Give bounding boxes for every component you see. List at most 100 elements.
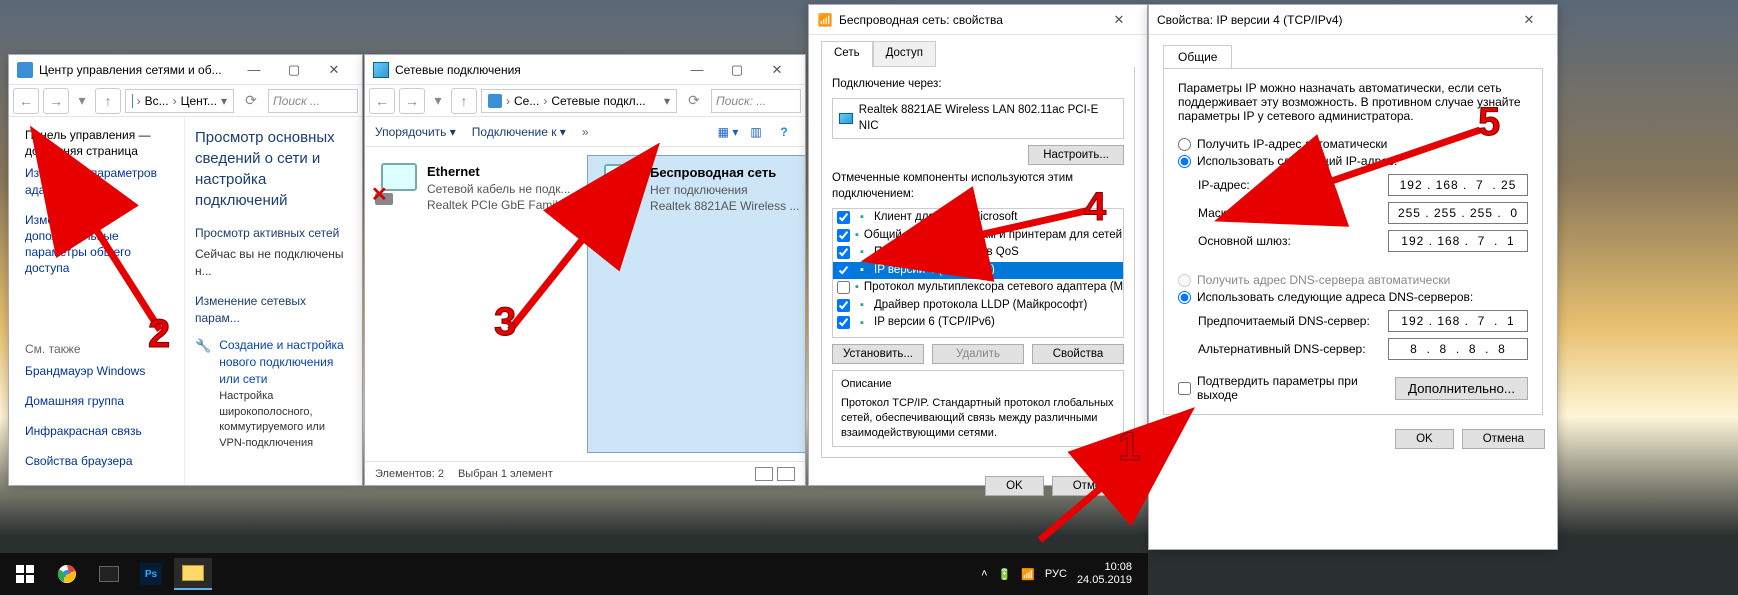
change-adapter-link[interactable]: Изменение параметров адаптера xyxy=(25,165,176,197)
lang-indicator[interactable]: РУС xyxy=(1045,568,1067,580)
view-tiles-icon[interactable] xyxy=(755,467,773,481)
system-tray[interactable]: ˄ 🔋 📶 РУС 10:08 24.05.2019 xyxy=(981,561,1142,587)
tab-access[interactable]: Доступ xyxy=(873,41,936,67)
advanced-button[interactable]: Дополнительно... xyxy=(1395,377,1528,400)
crumb-1[interactable]: Се... xyxy=(514,94,539,108)
refresh-button[interactable]: ⟳ xyxy=(681,88,707,114)
configure-button[interactable]: Настроить... xyxy=(1028,145,1124,165)
infrared-link[interactable]: Инфракрасная связь xyxy=(25,423,176,439)
close-button[interactable]: ✕ xyxy=(757,56,797,84)
components-list[interactable]: ▪Клиент для сетей Microsoft▪Общий доступ… xyxy=(832,208,1124,338)
component-item[interactable]: ▪Общий доступ к файлам и принтерам для с… xyxy=(833,227,1123,245)
minimize-button[interactable]: — xyxy=(234,56,274,84)
component-item[interactable]: ▪IP версии 6 (TCP/IPv6) xyxy=(833,314,1123,332)
ok-button[interactable]: OK xyxy=(985,476,1044,496)
dns2-input[interactable] xyxy=(1388,338,1528,360)
component-checkbox[interactable] xyxy=(837,229,850,242)
recent-button[interactable]: ▾ xyxy=(73,88,91,114)
help-button[interactable]: ? xyxy=(773,121,795,143)
tray-up-icon[interactable]: ˄ xyxy=(981,568,987,580)
taskbar[interactable]: Ps ˄ 🔋 📶 РУС 10:08 24.05.2019 xyxy=(0,553,1148,595)
chrome-icon[interactable] xyxy=(48,558,86,590)
titlebar[interactable]: Сетевые подключения — ▢ ✕ xyxy=(365,55,805,85)
back-button[interactable]: ← xyxy=(13,88,39,114)
forward-button[interactable]: → xyxy=(43,88,69,114)
close-button[interactable]: ✕ xyxy=(1509,6,1549,34)
component-checkbox[interactable] xyxy=(837,299,850,312)
component-item[interactable]: ▪Планировщик пакетов QoS xyxy=(833,244,1123,262)
up-button[interactable]: ↑ xyxy=(451,88,477,114)
install-button[interactable]: Установить... xyxy=(832,344,924,364)
search-input[interactable]: Поиск ... xyxy=(268,89,358,113)
ip-auto-radio[interactable]: Получить IP-адрес автоматически xyxy=(1178,137,1528,151)
control-panel-icon xyxy=(17,62,33,78)
recent-button[interactable]: ▾ xyxy=(429,88,447,114)
refresh-button[interactable]: ⟳ xyxy=(238,88,264,114)
explorer-icon[interactable] xyxy=(174,558,212,590)
forward-button[interactable]: → xyxy=(399,88,425,114)
properties-button[interactable]: Свойства xyxy=(1032,344,1124,364)
cpanel-home-link[interactable]: Панель управления — домашняя страница xyxy=(25,127,176,159)
connect-to-menu[interactable]: Подключение к ▾ xyxy=(472,125,566,139)
component-checkbox[interactable] xyxy=(837,246,850,259)
ok-button[interactable]: OK xyxy=(1395,429,1454,449)
component-item[interactable]: ▪Протокол мультиплексора сетевого адапте… xyxy=(833,279,1123,297)
crumb-2[interactable]: Сетевые подкл... xyxy=(551,94,645,108)
firewall-link[interactable]: Брандмауэр Windows xyxy=(25,363,176,379)
wifi-icon: 📶 xyxy=(817,12,833,28)
mask-input[interactable] xyxy=(1388,202,1528,224)
pane-button[interactable]: ▥ xyxy=(745,121,767,143)
ip-input[interactable] xyxy=(1388,174,1528,196)
minimize-button[interactable]: — xyxy=(677,56,717,84)
component-checkbox[interactable] xyxy=(837,211,850,224)
cancel-button[interactable]: Отмена xyxy=(1462,429,1545,449)
crumb-1[interactable]: Вс... xyxy=(145,94,169,108)
component-item[interactable]: ▪Драйвер протокола LLDP (Майкрософт) xyxy=(833,297,1123,315)
organize-menu[interactable]: Упорядочить ▾ xyxy=(375,125,456,139)
status-bar: Элементов: 2 Выбран 1 элемент xyxy=(365,461,805,485)
close-button[interactable]: ✕ xyxy=(1099,6,1139,34)
component-item[interactable]: ▪Клиент для сетей Microsoft xyxy=(833,209,1123,227)
titlebar[interactable]: Центр управления сетями и об... — ▢ ✕ xyxy=(9,55,362,85)
titlebar[interactable]: Свойства: IP версии 4 (TCP/IPv4) ✕ xyxy=(1149,5,1557,35)
up-button[interactable]: ↑ xyxy=(95,88,121,114)
new-connection-link[interactable]: Создание и настройка нового подключения … xyxy=(219,338,344,386)
wifi-icon: ✕ xyxy=(598,164,642,208)
titlebar[interactable]: 📶 Беспроводная сеть: свойства ✕ xyxy=(809,5,1147,35)
close-button[interactable]: ✕ xyxy=(314,56,354,84)
terminal-icon[interactable] xyxy=(90,558,128,590)
ethernet-item[interactable]: ✕ Ethernet Сетевой кабель не подк... Rea… xyxy=(365,155,587,453)
dns-manual-radio[interactable]: Использовать следующие адреса DNS-сервер… xyxy=(1178,290,1528,304)
ip-manual-radio[interactable]: Использовать следующий IP-адрес: xyxy=(1178,154,1528,168)
validate-checkbox[interactable]: Подтвердить параметры при выходе xyxy=(1178,374,1379,402)
browser-props-link[interactable]: Свойства браузера xyxy=(25,453,176,469)
view-button[interactable]: ▦ ▾ xyxy=(717,121,739,143)
wifi-item[interactable]: ✕ Беспроводная сеть Нет подключения Real… xyxy=(587,155,805,453)
advanced-sharing-link[interactable]: Изменить дополнительные параметры общего… xyxy=(25,212,176,277)
clock[interactable]: 10:08 24.05.2019 xyxy=(1077,561,1132,587)
maximize-button[interactable]: ▢ xyxy=(717,56,757,84)
photoshop-icon[interactable]: Ps xyxy=(132,558,170,590)
view-details-icon[interactable] xyxy=(777,467,795,481)
back-button[interactable]: ← xyxy=(369,88,395,114)
breadcrumb[interactable]: › Се... › Сетевые подкл... ▾ xyxy=(481,89,677,113)
tab-network[interactable]: Сеть xyxy=(821,41,873,67)
window-title: Сетевые подключения xyxy=(395,63,677,77)
maximize-button[interactable]: ▢ xyxy=(274,56,314,84)
tab-general[interactable]: Общие xyxy=(1163,45,1232,68)
crumb-2[interactable]: Цент... xyxy=(181,94,217,108)
search-input[interactable]: Поиск: ... xyxy=(711,89,801,113)
dns1-input[interactable] xyxy=(1388,310,1528,332)
component-label: Драйвер протокола LLDP (Майкрософт) xyxy=(874,298,1087,314)
wifi-icon[interactable]: 📶 xyxy=(1021,568,1035,581)
component-checkbox[interactable] xyxy=(837,264,850,277)
component-checkbox[interactable] xyxy=(837,281,850,294)
gateway-input[interactable] xyxy=(1388,230,1528,252)
cancel-button[interactable]: Отмена xyxy=(1052,476,1135,496)
start-button[interactable] xyxy=(6,558,44,590)
component-item[interactable]: ▪IP версии 4 (TCP/IPv4) xyxy=(833,262,1123,280)
homegroup-link[interactable]: Домашняя группа xyxy=(25,393,176,409)
breadcrumb[interactable]: › Вс... › Цент... ▾ xyxy=(125,89,234,113)
battery-icon[interactable]: 🔋 xyxy=(998,568,1012,581)
component-checkbox[interactable] xyxy=(837,316,850,329)
